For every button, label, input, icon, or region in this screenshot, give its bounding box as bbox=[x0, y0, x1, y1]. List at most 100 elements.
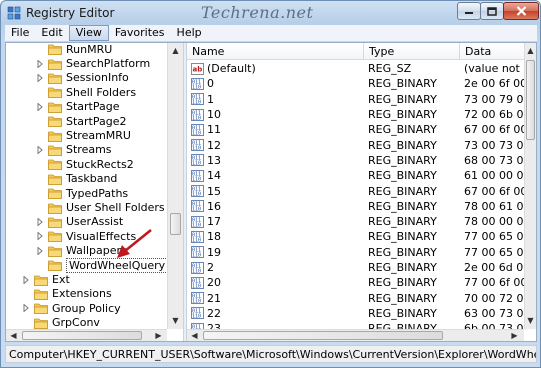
expand-arrow-icon[interactable] bbox=[36, 59, 44, 68]
column-header-type[interactable]: Type bbox=[364, 43, 460, 60]
scroll-up-arrow-icon[interactable]: ▲ bbox=[168, 43, 183, 58]
tree-item[interactable]: SessionInfo bbox=[36, 71, 129, 85]
value-row[interactable]: 0111102 REG_BINARY 2e 00 6d 00 70 bbox=[187, 260, 524, 275]
tree-item-label: StuckRects2 bbox=[66, 157, 134, 171]
minimize-button[interactable] bbox=[457, 2, 481, 20]
tree-item[interactable]: TypedPaths bbox=[36, 186, 128, 200]
tree-item[interactable]: Streams bbox=[36, 143, 112, 157]
column-header-name[interactable]: Name bbox=[187, 43, 364, 60]
value-row[interactable]: 01111012 REG_BINARY 73 00 73 00 63 bbox=[187, 138, 524, 153]
value-data: (value not set) bbox=[464, 62, 524, 76]
scroll-right-arrow-icon[interactable]: ▶ bbox=[507, 328, 522, 341]
tree-item[interactable]: Shell Folders bbox=[36, 85, 136, 99]
value-name: 18 bbox=[207, 230, 221, 244]
value-row[interactable]: 011 110 14 REG_BINARY 61 00 00 00 bbox=[187, 168, 524, 183]
value-row[interactable]: 0111101 REG_BINARY 73 00 79 00 73 bbox=[187, 92, 524, 107]
tree-item-label: StartPage2 bbox=[66, 114, 127, 128]
value-row[interactable]: 01111011 REG_BINARY 67 00 6f 00 64 bbox=[187, 122, 524, 137]
scroll-left-arrow-icon[interactable]: ◀ bbox=[187, 328, 202, 341]
value-row[interactable]: 01111022 REG_BINARY 63 00 73 00 73 bbox=[187, 306, 524, 321]
menu-edit[interactable]: Edit bbox=[35, 25, 68, 41]
value-row[interactable]: ab (Default) REG_SZ (value not set) bbox=[187, 61, 524, 76]
value-type: REG_BINARY bbox=[368, 92, 437, 106]
expand-arrow-icon[interactable] bbox=[22, 275, 30, 284]
svg-text:110: 110 bbox=[192, 161, 201, 167]
tree-item[interactable]: Extensions bbox=[22, 287, 112, 301]
expand-arrow-icon[interactable] bbox=[36, 246, 44, 255]
value-name: 20 bbox=[207, 276, 221, 290]
values-hscroll-thumb[interactable] bbox=[203, 331, 443, 340]
title-bar[interactable]: Registry Editor Techrena.net bbox=[1, 1, 540, 25]
tree-item-label: GrpConv bbox=[52, 316, 100, 330]
menu-help[interactable]: Help bbox=[171, 25, 208, 41]
scroll-left-arrow-icon[interactable]: ◀ bbox=[6, 328, 21, 341]
value-row[interactable]: 01111019 REG_BINARY 77 00 65 00 62 bbox=[187, 245, 524, 260]
column-header-data[interactable]: Data bbox=[460, 43, 524, 60]
value-data: 77 00 6f 00 72 bbox=[464, 276, 524, 290]
tree-item[interactable]: SearchPlatform bbox=[36, 56, 150, 70]
binary-value-icon: 011110 bbox=[191, 261, 204, 274]
folder-icon bbox=[48, 131, 62, 142]
tree-item[interactable]: StuckRects2 bbox=[36, 157, 134, 171]
value-row[interactable]: 01111013 REG_BINARY 68 00 73 00 63 bbox=[187, 153, 524, 168]
maximize-button[interactable] bbox=[480, 2, 504, 20]
expand-arrow-icon[interactable] bbox=[36, 145, 44, 154]
binary-value-icon: 011110 bbox=[191, 77, 204, 90]
tree-vscroll-thumb[interactable] bbox=[170, 213, 181, 235]
values-pane[interactable]: Name Type Data ab (Default) REG_SZ (value n… bbox=[187, 43, 536, 341]
tree-item[interactable]: GrpConv bbox=[22, 316, 100, 330]
tree-item[interactable]: User Shell Folders bbox=[36, 200, 165, 214]
tree-item[interactable]: Group Policy bbox=[22, 301, 121, 315]
tree-item[interactable]: StreamMRU bbox=[36, 128, 131, 142]
red-pointer-arrow-icon bbox=[117, 228, 152, 258]
values-vscroll-thumb[interactable] bbox=[526, 60, 535, 140]
value-row[interactable]: 01111016 REG_BINARY 78 00 61 00 6c bbox=[187, 199, 524, 214]
tree-item[interactable]: RunMRU bbox=[36, 43, 112, 56]
folder-icon bbox=[48, 246, 62, 257]
binary-value-icon: 011110 bbox=[191, 139, 204, 152]
menu-view[interactable]: View bbox=[68, 25, 109, 41]
tree-item-label: TypedPaths bbox=[66, 186, 129, 200]
value-row[interactable]: 01111010 REG_BINARY 72 00 6b 00 72 bbox=[187, 107, 524, 122]
values-horizontal-scrollbar[interactable]: ◀ ▶ bbox=[187, 329, 524, 341]
expand-arrow-icon[interactable] bbox=[22, 304, 30, 313]
svg-text:110: 110 bbox=[192, 237, 201, 243]
close-button[interactable] bbox=[503, 2, 539, 20]
value-name: 15 bbox=[207, 184, 221, 198]
value-row[interactable]: 0111100 REG_BINARY 2e 00 6f 00 70 bbox=[187, 76, 524, 91]
key-tree-pane[interactable]: RunMRU SearchPlatform SessionInfo Shell Fol… bbox=[6, 43, 183, 341]
svg-text:110: 110 bbox=[192, 115, 201, 121]
value-data: 77 00 65 00 62 bbox=[464, 245, 524, 259]
menu-favorites[interactable]: Favorites bbox=[109, 25, 171, 41]
menu-file[interactable]: File bbox=[5, 25, 35, 41]
tree-item[interactable]: StartPage bbox=[36, 100, 120, 114]
tree-horizontal-scrollbar[interactable]: ◀ ▶ bbox=[6, 329, 167, 341]
values-vertical-scrollbar[interactable]: ▲ ▼ bbox=[524, 43, 536, 329]
scroll-down-arrow-icon[interactable]: ▼ bbox=[168, 313, 183, 328]
tree-item[interactable]: Taskband bbox=[36, 172, 117, 186]
value-row[interactable]: 01111018 REG_BINARY 77 00 65 00 62 bbox=[187, 229, 524, 244]
tree-item-label: RunMRU bbox=[66, 43, 113, 56]
expand-arrow-icon[interactable] bbox=[36, 102, 44, 111]
value-name: 1 bbox=[207, 92, 214, 106]
tree-item[interactable]: UserAssist bbox=[36, 215, 123, 229]
value-row[interactable]: 011 110 17 REG_BINARY 78 00 00 00 bbox=[187, 214, 524, 229]
value-row[interactable]: 01111015 REG_BINARY 67 00 6f 00 00 bbox=[187, 183, 524, 198]
scroll-right-arrow-icon[interactable]: ▶ bbox=[151, 328, 166, 341]
expand-arrow-icon[interactable] bbox=[36, 217, 44, 226]
value-data: 61 00 00 00 bbox=[464, 169, 524, 183]
scroll-up-arrow-icon[interactable]: ▲ bbox=[523, 43, 536, 58]
scroll-down-arrow-icon[interactable]: ▼ bbox=[523, 313, 536, 328]
value-name-cell: 011 110 22 bbox=[187, 307, 364, 320]
tree-item[interactable]: Ext bbox=[22, 272, 70, 286]
value-row[interactable]: 01111020 REG_BINARY 77 00 6f 00 72 bbox=[187, 275, 524, 290]
expand-arrow-icon[interactable] bbox=[36, 73, 44, 82]
tree-vertical-scrollbar[interactable]: ▲ ▼ bbox=[167, 43, 183, 329]
tree-item[interactable]: StartPage2 bbox=[36, 114, 127, 128]
binary-value-icon: 011110 bbox=[191, 230, 204, 243]
tree-hscroll-thumb[interactable] bbox=[22, 331, 142, 340]
expand-arrow-icon[interactable] bbox=[36, 232, 44, 241]
value-row[interactable]: 01111021 REG_BINARY 70 00 72 00 6f bbox=[187, 291, 524, 306]
value-data: 68 00 73 00 63 bbox=[464, 153, 524, 167]
